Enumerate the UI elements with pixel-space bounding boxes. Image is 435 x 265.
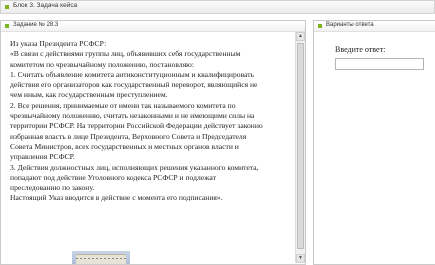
task-line: чем иным, как государственным преступлен… <box>10 90 168 100</box>
task-line: 1. Считать объявление комитета антиконст… <box>10 69 255 79</box>
task-panel-header: Задание № 28.3 <box>1 21 305 32</box>
scroll-thumb[interactable] <box>297 43 304 249</box>
answer-panel-title: Варианты ответа <box>326 22 374 28</box>
building-photo <box>72 251 130 264</box>
task-line: избранная власть в лице Президента, Верх… <box>10 131 247 141</box>
task-line: территории РСФСР. На территории Российск… <box>10 121 263 131</box>
task-line: Из указа Президента РСФСР: <box>10 39 107 48</box>
vertical-scrollbar[interactable]: ▲ ▼ <box>295 32 305 263</box>
task-line: комитетом по чрезвычайному положению, по… <box>10 59 194 69</box>
task-line: Настоящий Указ вводится в действие с мом… <box>10 193 223 203</box>
task-line: Совета Министров, всех государственных и… <box>10 141 239 151</box>
scroll-up-arrow-icon[interactable]: ▲ <box>296 32 305 41</box>
block-title-bar: Блок 3. Задача кейса <box>0 0 435 14</box>
task-line: 3. Действия должностных лиц, исполняющих… <box>10 162 259 172</box>
answer-input[interactable] <box>335 58 424 70</box>
answer-panel-header: Варианты ответа <box>314 21 435 32</box>
answer-panel: Варианты ответа Введите ответ: <box>313 20 435 265</box>
building-shape <box>76 254 126 264</box>
task-panel: Задание № 28.3 Из указа Президента РСФСР… <box>0 20 306 265</box>
task-content: Из указа Президента РСФСР: «В связи с де… <box>1 32 294 264</box>
task-number: Задание № 28.3 <box>13 22 59 28</box>
task-line: 2. Все решения, принимаемые от имени так… <box>10 100 236 110</box>
green-square-icon <box>5 24 9 28</box>
task-line: чрезвычайному положению, считать незакон… <box>10 111 255 121</box>
green-square-icon <box>318 24 322 28</box>
answer-label: Введите ответ: <box>335 45 386 54</box>
task-line: преследованию по закону. <box>10 183 95 193</box>
green-square-icon <box>5 5 9 9</box>
scroll-down-arrow-icon[interactable]: ▼ <box>296 254 305 263</box>
task-line: попадают под действие Уголовного кодекса… <box>10 172 216 182</box>
block-title: Блок 3. Задача кейса <box>13 2 78 9</box>
task-line: управления РСФСР. <box>10 152 75 162</box>
task-line: действия его организаторов как государст… <box>10 80 258 90</box>
task-line: «В связи с действиями группы лиц, объяви… <box>10 49 241 59</box>
task-text: Из указа Президента РСФСР: «В связи с де… <box>10 39 292 204</box>
